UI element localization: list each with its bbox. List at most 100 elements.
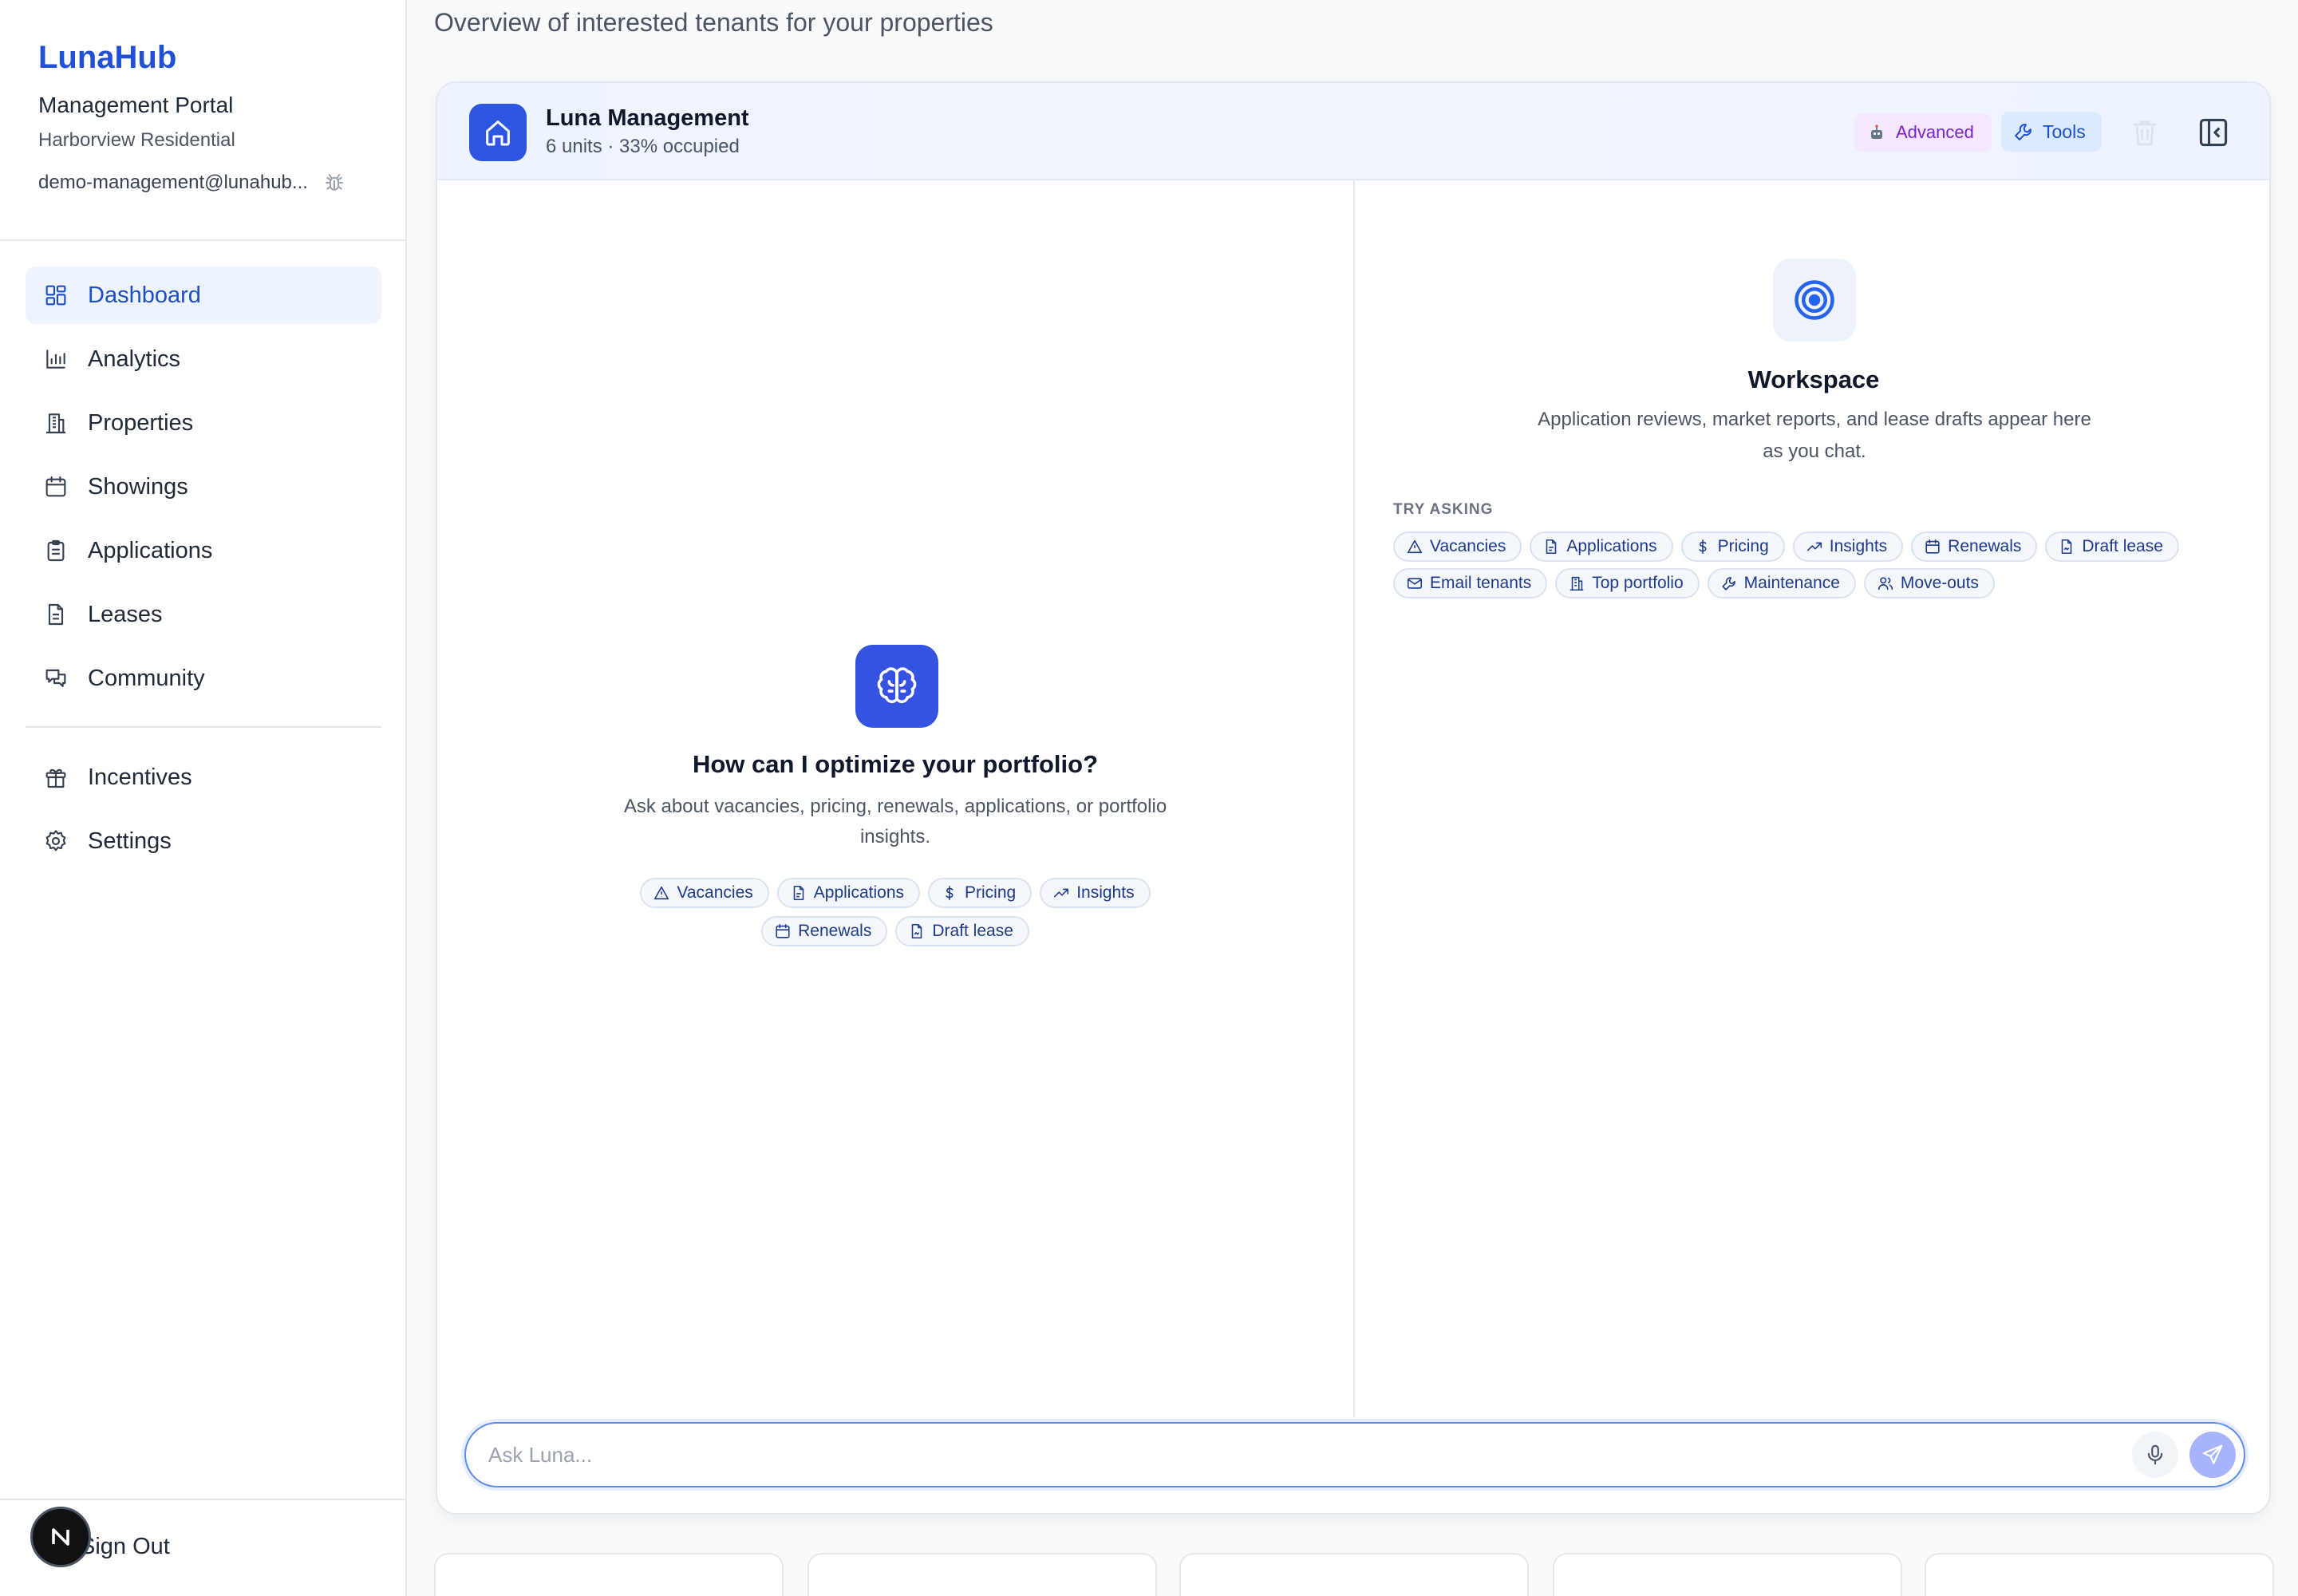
ws-chip-pricing[interactable]: Pricing bbox=[1680, 531, 1785, 562]
sidebar-item-analytics[interactable]: Analytics bbox=[26, 330, 381, 388]
n-logo-icon bbox=[52, 1528, 69, 1546]
chip-label: Move-outs bbox=[1900, 574, 1979, 592]
workspace-suggestion-chips: Vacancies Applications Pricing Insights … bbox=[1393, 531, 2239, 598]
assistant-header: Luna Management 6 units · 33% occupied A… bbox=[437, 83, 2269, 180]
dollar-icon bbox=[946, 885, 954, 901]
sidebar-item-label: Showings bbox=[88, 473, 188, 500]
bug-icon[interactable] bbox=[322, 171, 346, 195]
calendar-icon bbox=[45, 476, 66, 497]
dev-tools-badge[interactable] bbox=[30, 1507, 91, 1567]
chip-vacancies[interactable]: Vacancies bbox=[640, 878, 769, 908]
stat-card bbox=[1553, 1553, 1902, 1596]
sidebar-item-label: Applications bbox=[88, 537, 213, 563]
sidebar-item-label: Incentives bbox=[88, 764, 192, 790]
sidebar-item-label: Properties bbox=[88, 409, 194, 436]
account-row: demo-management@lunahub... bbox=[38, 171, 346, 195]
gift-icon bbox=[45, 768, 66, 788]
trending-up-icon bbox=[1806, 542, 1822, 551]
ws-chip-top-portfolio[interactable]: Top portfolio bbox=[1555, 568, 1700, 598]
chip-label: Email tenants bbox=[1430, 574, 1532, 592]
stat-card bbox=[1925, 1553, 2274, 1596]
chip-label: Renewals bbox=[798, 922, 872, 940]
nav-divider bbox=[26, 726, 381, 728]
file-signature-icon bbox=[912, 923, 922, 939]
chip-label: Pricing bbox=[1717, 537, 1769, 555]
collapse-panel-icon[interactable] bbox=[2196, 115, 2231, 150]
sidebar-item-dashboard[interactable]: Dashboard bbox=[26, 267, 381, 324]
stat-card bbox=[1179, 1553, 1529, 1596]
advanced-button[interactable]: Advanced bbox=[1854, 113, 1992, 152]
chat-icon bbox=[45, 669, 66, 688]
mail-icon bbox=[1407, 578, 1423, 589]
sidebar: LunaHub Management Portal Harborview Res… bbox=[0, 0, 407, 1596]
chip-label: Renewals bbox=[1948, 537, 2022, 555]
sidebar-item-properties[interactable]: Properties bbox=[26, 394, 381, 452]
chip-pricing[interactable]: Pricing bbox=[928, 878, 1033, 908]
trending-up-icon bbox=[1054, 888, 1069, 898]
brand-logo[interactable]: LunaHub bbox=[38, 40, 176, 76]
send-button[interactable] bbox=[2189, 1432, 2236, 1478]
sidebar-item-label: Leases bbox=[88, 601, 163, 627]
ws-chip-insights[interactable]: Insights bbox=[1792, 531, 1904, 562]
ws-chip-vacancies[interactable]: Vacancies bbox=[1393, 531, 1522, 562]
sidebar-item-leases[interactable]: Leases bbox=[26, 586, 381, 643]
microphone-button[interactable] bbox=[2132, 1432, 2178, 1478]
calendar-icon bbox=[1925, 539, 1940, 554]
chip-insights[interactable]: Insights bbox=[1040, 878, 1151, 908]
chip-draft-lease[interactable]: Draft lease bbox=[895, 916, 1029, 946]
dollar-icon bbox=[1698, 539, 1707, 555]
sidebar-item-showings[interactable]: Showings bbox=[26, 458, 381, 516]
trash-icon[interactable] bbox=[2129, 117, 2161, 148]
document-icon bbox=[48, 603, 64, 626]
document-icon bbox=[1546, 539, 1557, 555]
try-asking-label: TRY ASKING bbox=[1393, 501, 1494, 518]
ws-chip-maintenance[interactable]: Maintenance bbox=[1707, 568, 1856, 598]
wrench-icon bbox=[1722, 577, 1735, 591]
ws-chip-draft-lease[interactable]: Draft lease bbox=[2045, 531, 2179, 562]
tools-button[interactable]: Tools bbox=[2001, 112, 2102, 152]
workspace-description: Application reviews, market reports, and… bbox=[1538, 409, 2091, 462]
sidebar-nav: Dashboard Analytics Properties Showings … bbox=[26, 267, 381, 876]
clipboard-icon bbox=[47, 539, 65, 562]
chip-label: Insights bbox=[1076, 883, 1135, 902]
chip-applications[interactable]: Applications bbox=[776, 878, 920, 908]
sidebar-item-community[interactable]: Community bbox=[26, 650, 381, 707]
sidebar-item-applications[interactable]: Applications bbox=[26, 522, 381, 579]
sidebar-item-settings[interactable]: Settings bbox=[26, 812, 381, 870]
ws-chip-move-outs[interactable]: Move-outs bbox=[1863, 568, 1995, 598]
calendar-icon bbox=[776, 923, 790, 938]
chip-label: Applications bbox=[1566, 537, 1657, 555]
portal-name: Management Portal bbox=[38, 93, 234, 117]
microphone-icon bbox=[2147, 1444, 2163, 1465]
company-name: Harborview Residential bbox=[38, 129, 235, 151]
chip-label: Applications bbox=[813, 883, 904, 902]
chat-hero-description: Ask about vacancies, pricing, renewals, … bbox=[623, 796, 1167, 847]
stat-card bbox=[434, 1553, 784, 1596]
sidebar-item-label: Dashboard bbox=[88, 282, 201, 308]
chip-label: Vacancies bbox=[1430, 537, 1506, 555]
ws-chip-renewals[interactable]: Renewals bbox=[1911, 531, 2038, 562]
file-signature-icon bbox=[2062, 539, 2072, 555]
ws-chip-applications[interactable]: Applications bbox=[1530, 531, 1673, 562]
chip-label: Draft lease bbox=[2082, 537, 2163, 555]
users-icon bbox=[1877, 577, 1893, 591]
sign-out-button[interactable]: Sign Out bbox=[80, 1534, 170, 1560]
building-icon bbox=[1570, 576, 1584, 591]
ask-luna-input[interactable] bbox=[488, 1425, 2084, 1484]
page-subtitle: Overview of interested tenants for your … bbox=[434, 8, 993, 37]
chip-label: Insights bbox=[1829, 537, 1888, 555]
account-email: demo-management@lunahub... bbox=[38, 172, 308, 193]
chip-label: Top portfolio bbox=[1592, 574, 1684, 592]
robot-icon bbox=[1871, 124, 1882, 139]
alert-triangle-icon bbox=[654, 886, 669, 900]
sidebar-item-label: Community bbox=[88, 665, 205, 691]
chip-renewals[interactable]: Renewals bbox=[761, 916, 888, 946]
sidebar-item-label: Analytics bbox=[88, 346, 181, 372]
home-icon bbox=[469, 104, 527, 161]
assistant-title: Luna Management bbox=[546, 105, 749, 131]
ws-chip-email-tenants[interactable]: Email tenants bbox=[1393, 568, 1548, 598]
chip-label: Pricing bbox=[965, 883, 1017, 902]
chip-label: Maintenance bbox=[1743, 574, 1840, 592]
sidebar-item-incentives[interactable]: Incentives bbox=[26, 749, 381, 806]
stat-card bbox=[807, 1553, 1157, 1596]
